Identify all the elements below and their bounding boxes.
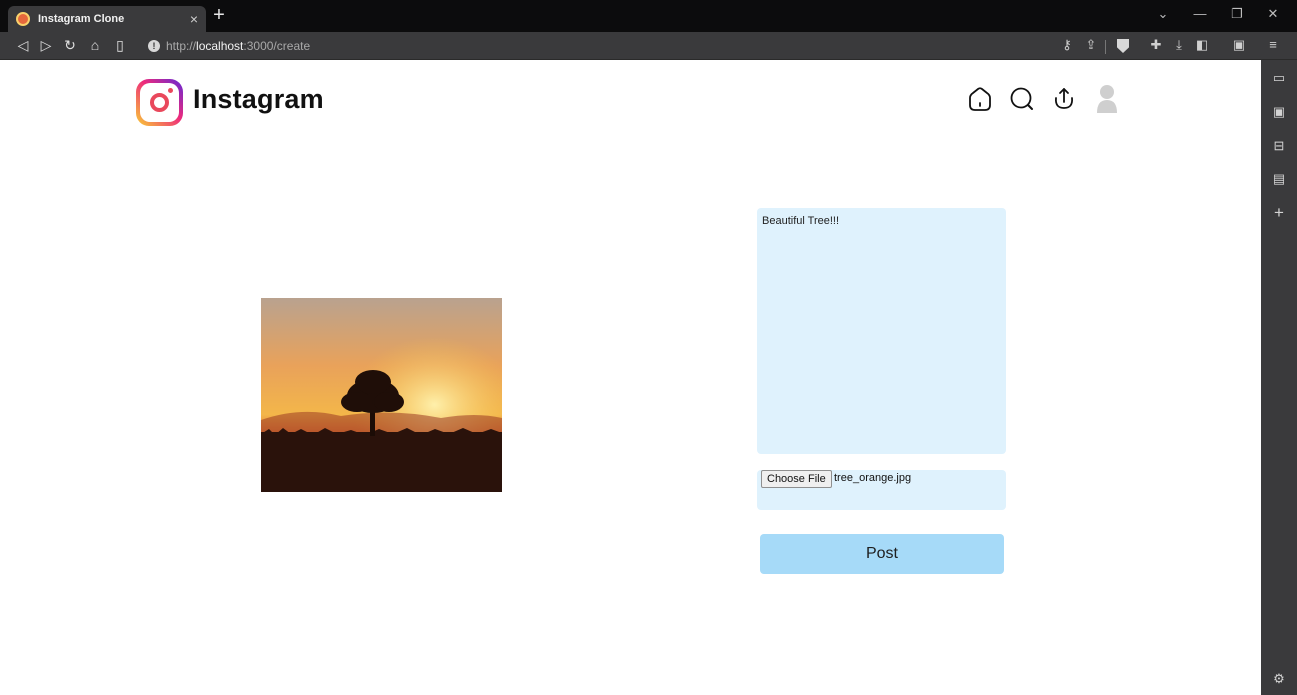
home-icon[interactable] xyxy=(966,85,994,113)
tab-list-icon[interactable]: ⌄ xyxy=(1153,6,1173,22)
reload-icon[interactable]: ↻ xyxy=(61,37,79,54)
back-icon[interactable]: ◁ xyxy=(14,37,32,54)
extensions-icon[interactable]: ✚ xyxy=(1147,37,1165,53)
image-preview xyxy=(261,298,502,492)
close-window-button[interactable]: ✕ xyxy=(1263,6,1283,22)
settings-icon[interactable]: ⚙ xyxy=(1261,671,1297,687)
key-icon[interactable]: ⚷ xyxy=(1058,37,1076,53)
caption-textarea[interactable]: Beautiful Tree!!! xyxy=(757,208,1006,454)
choose-file-button[interactable]: Choose File xyxy=(761,470,832,488)
browser-toolbar: ◁ ▷ ↻ ⌂ ▯ ! http://localhost:3000/create… xyxy=(0,32,1297,60)
reading-list-icon[interactable]: ▤ xyxy=(1261,171,1297,187)
toolbar-divider xyxy=(1105,40,1106,54)
brave-shields-icon[interactable] xyxy=(1117,39,1129,53)
save-icon[interactable]: ⊟ xyxy=(1261,138,1297,154)
url-text: http://localhost:3000/create xyxy=(166,39,311,53)
browser-side-panel: ▭ ▣ ⊟ ▤ + ⚙ xyxy=(1261,60,1297,695)
tab-bar: Instagram Clone × + ⌄ — ❐ ✕ xyxy=(0,0,1297,32)
brand-name[interactable]: Instagram xyxy=(193,84,324,115)
sidebar-icon[interactable]: ◧ xyxy=(1193,37,1211,53)
file-input[interactable]: Choose File tree_orange.jpg xyxy=(757,470,1006,510)
home-icon[interactable]: ⌂ xyxy=(86,37,104,53)
new-tab-button[interactable]: + xyxy=(210,4,228,27)
tab-close-icon[interactable]: × xyxy=(182,11,206,27)
instagram-logo-icon[interactable] xyxy=(136,79,183,126)
wallet-icon[interactable]: ▣ xyxy=(1261,104,1297,120)
post-button[interactable]: Post xyxy=(760,534,1004,574)
tab-title: Instagram Clone xyxy=(38,13,125,25)
bookmark-icon[interactable]: ▯ xyxy=(111,37,129,54)
forward-icon[interactable]: ▷ xyxy=(37,37,55,54)
address-bar[interactable]: ! http://localhost:3000/create xyxy=(148,35,1088,57)
browser-tab[interactable]: Instagram Clone × xyxy=(8,6,206,32)
search-icon[interactable] xyxy=(1008,85,1036,113)
restore-button[interactable]: ❐ xyxy=(1227,6,1247,22)
download-icon[interactable]: ⤓ xyxy=(1170,37,1188,53)
menu-icon[interactable]: ≡ xyxy=(1264,37,1282,52)
site-info-icon[interactable]: ! xyxy=(148,40,160,52)
camera-icon[interactable]: ▭ xyxy=(1261,70,1297,86)
minimize-button[interactable]: — xyxy=(1190,6,1210,21)
page-content: Instagram Beautiful Tree!!! Choose File … xyxy=(0,60,1261,695)
wallet-icon[interactable]: ▣ xyxy=(1230,37,1248,53)
instagram-favicon-icon xyxy=(16,12,30,26)
add-icon[interactable]: + xyxy=(1261,203,1297,223)
profile-avatar[interactable] xyxy=(1096,84,1118,114)
upload-icon[interactable] xyxy=(1050,85,1078,113)
selected-file-name: tree_orange.jpg xyxy=(834,472,912,484)
share-icon[interactable]: ⇪ xyxy=(1082,37,1100,53)
